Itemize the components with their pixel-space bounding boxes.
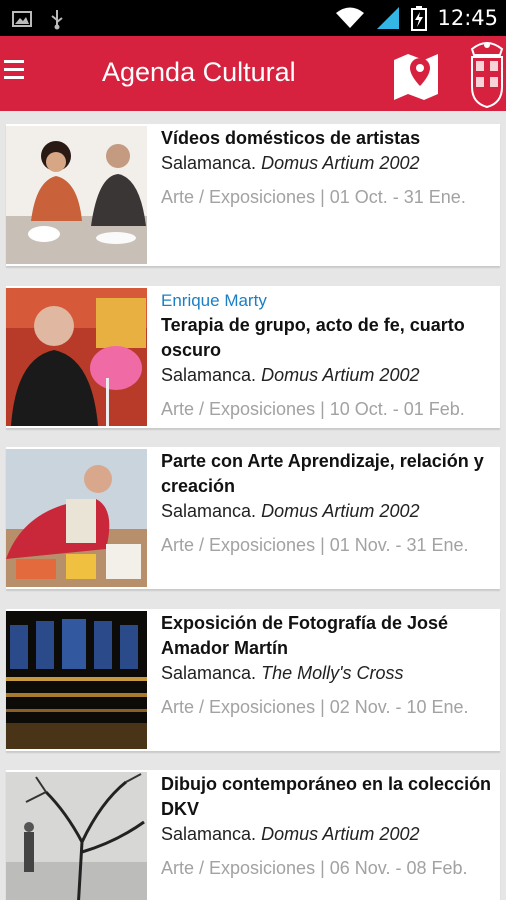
- event-city: Salamanca.: [161, 824, 257, 844]
- event-venue: Domus Artium 2002: [261, 365, 420, 385]
- status-bar: 12:45: [0, 0, 506, 36]
- usb-icon: [51, 10, 63, 30]
- event-title: Terapia de grupo, acto de fe, cuarto osc…: [161, 315, 465, 360]
- event-thumbnail: [6, 772, 147, 900]
- event-place: Salamanca. Domus Artium 2002: [161, 151, 496, 175]
- event-venue: The Molly's Cross: [261, 663, 404, 683]
- event-artist[interactable]: Enrique Marty: [161, 288, 496, 313]
- event-thumbnail: [6, 288, 147, 426]
- event-city: Salamanca.: [161, 501, 257, 521]
- event-thumbnail: [6, 449, 147, 587]
- image-icon: [12, 11, 32, 27]
- event-title: Parte con Arte Aprendizaje, relación y c…: [161, 451, 484, 496]
- event-info: Exposición de Fotografía de José Amador …: [161, 611, 496, 719]
- wifi-icon: [336, 7, 365, 28]
- event-info: Vídeos domésticos de artistas Salamanca.…: [161, 126, 496, 209]
- event-city: Salamanca.: [161, 153, 257, 173]
- event-place: Salamanca. Domus Artium 2002: [161, 499, 496, 523]
- event-card[interactable]: Parte con Arte Aprendizaje, relación y c…: [6, 447, 500, 589]
- app-bar: Agenda Cultural: [0, 36, 506, 111]
- signal-icon: [377, 7, 400, 29]
- menu-icon[interactable]: [4, 60, 26, 82]
- event-info: Parte con Arte Aprendizaje, relación y c…: [161, 449, 496, 557]
- event-venue: Domus Artium 2002: [261, 501, 420, 521]
- event-meta: Arte / Exposiciones | 06 Nov. - 08 Feb.: [161, 858, 468, 878]
- event-place: Salamanca. The Molly's Cross: [161, 661, 496, 685]
- event-venue: Domus Artium 2002: [261, 153, 420, 173]
- event-place: Salamanca. Domus Artium 2002: [161, 822, 496, 846]
- event-info: Enrique Marty Terapia de grupo, acto de …: [161, 288, 496, 421]
- event-meta: Arte / Exposiciones | 01 Nov. - 31 Ene.: [161, 535, 469, 555]
- event-meta: Arte / Exposiciones | 10 Oct. - 01 Feb.: [161, 399, 465, 419]
- event-title: Exposición de Fotografía de José Amador …: [161, 613, 449, 658]
- event-meta: Arte / Exposiciones | 02 Nov. - 10 Ene.: [161, 697, 469, 717]
- event-city: Salamanca.: [161, 365, 257, 385]
- event-place: Salamanca. Domus Artium 2002: [161, 363, 496, 387]
- event-info: Dibujo contemporáneo en la colección DKV…: [161, 772, 496, 880]
- battery-icon: [411, 6, 428, 31]
- event-title: Vídeos domésticos de artistas: [161, 128, 421, 148]
- map-pin-icon[interactable]: [390, 46, 442, 102]
- clock: 12:45: [437, 6, 498, 30]
- coat-of-arms-icon: [470, 42, 504, 109]
- app-title: Agenda Cultural: [102, 57, 296, 87]
- event-thumbnail: [6, 126, 147, 264]
- event-thumbnail: [6, 611, 147, 749]
- event-card[interactable]: Exposición de Fotografía de José Amador …: [6, 609, 500, 751]
- event-meta: Arte / Exposiciones | 01 Oct. - 31 Ene.: [161, 187, 466, 207]
- event-card[interactable]: Enrique Marty Terapia de grupo, acto de …: [6, 286, 500, 428]
- event-card[interactable]: Dibujo contemporáneo en la colección DKV…: [6, 770, 500, 900]
- event-card[interactable]: Vídeos domésticos de artistas Salamanca.…: [6, 124, 500, 266]
- event-title: Dibujo contemporáneo en la colección DKV: [161, 774, 492, 819]
- event-venue: Domus Artium 2002: [261, 824, 420, 844]
- event-city: Salamanca.: [161, 663, 257, 683]
